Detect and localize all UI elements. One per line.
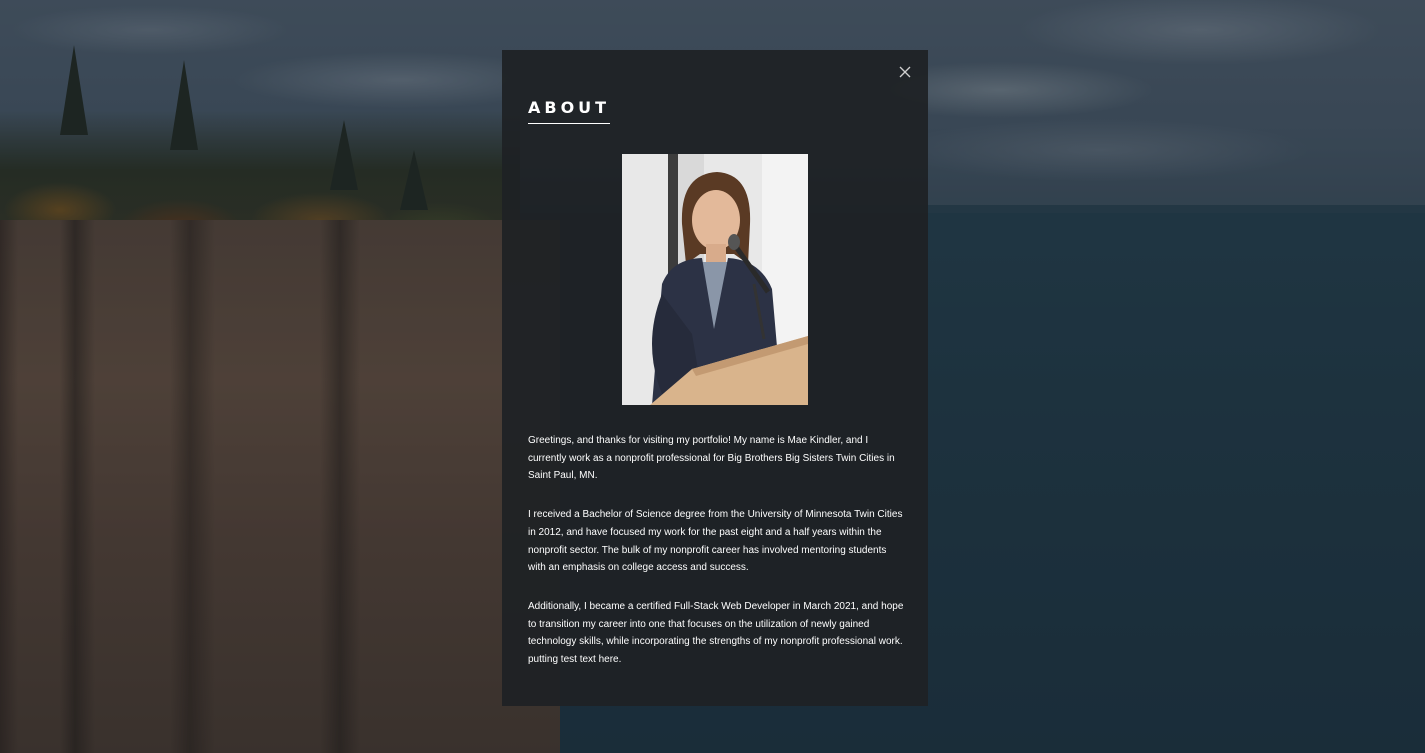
- portrait-illustration: [622, 154, 808, 405]
- modal-title: ABOUT: [528, 98, 611, 124]
- close-icon: [899, 66, 911, 78]
- bio-paragraph: Greetings, and thanks for visiting my po…: [528, 435, 895, 482]
- bio-paragraph: I received a Bachelor of Science degree …: [528, 509, 903, 574]
- about-bio: Greetings, and thanks for visiting my po…: [528, 432, 906, 690]
- profile-photo: [622, 154, 808, 405]
- bio-paragraph: Additionally, I became a certified Full-…: [528, 600, 904, 666]
- close-button[interactable]: [894, 61, 916, 83]
- about-modal: ABOUT Greetings, and thanks for visiting…: [502, 50, 928, 706]
